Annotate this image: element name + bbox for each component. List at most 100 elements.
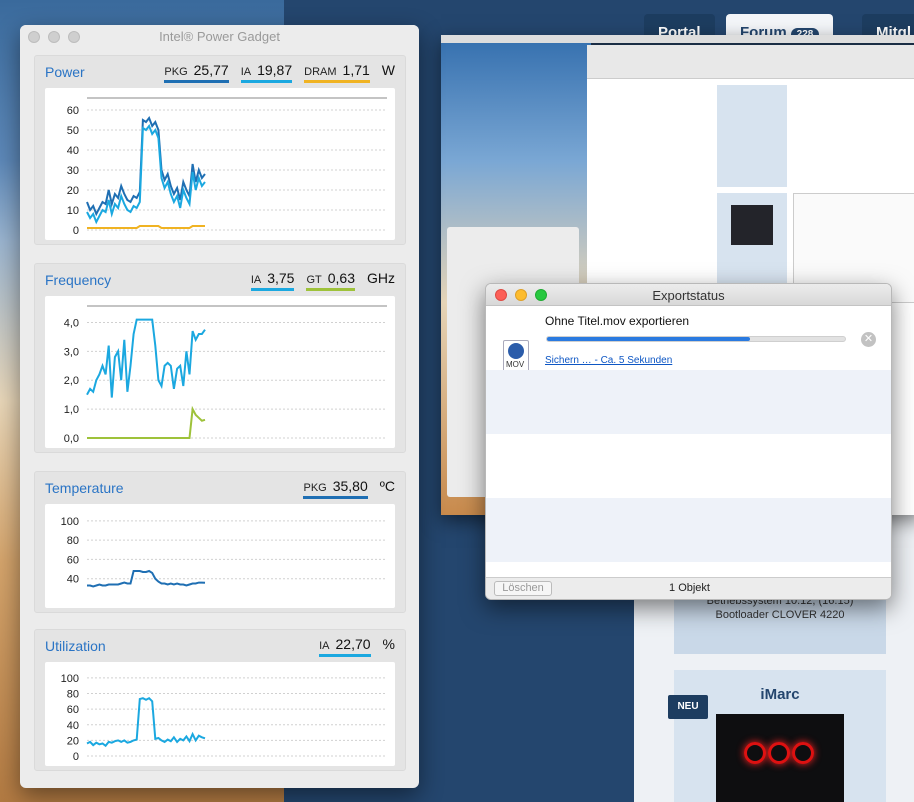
y-tick-label: 60 — [67, 105, 79, 117]
power-chart: 60 50 40 30 20 10 0 — [45, 88, 395, 240]
legend-label: IA — [250, 274, 262, 286]
mini-menu-bar — [441, 35, 914, 43]
y-tick-label: 100 — [61, 516, 79, 528]
red-fan-ring — [768, 742, 790, 764]
export-row-active: MOV Ohne Titel.mov exportieren ✕ Sichern… — [486, 306, 891, 372]
y-tick-label: 20 — [67, 185, 79, 197]
y-tick-label: 0 — [73, 225, 79, 237]
temperature-chart-svg: 100 80 60 40 — [61, 516, 387, 588]
export-filename: Ohne Titel.mov exportieren — [545, 314, 690, 328]
y-tick-label: 60 — [67, 554, 79, 566]
series-line-ia — [86, 696, 206, 748]
item-count: 1 Objekt — [669, 582, 710, 594]
frequency-chart-svg: 4,0 3,0 2,0 1,0 0,0 — [64, 305, 387, 445]
mov-file-icon: MOV — [503, 340, 529, 372]
y-tick-label: 30 — [67, 165, 79, 177]
legend-pkg: PKG 25,77 — [164, 62, 229, 83]
power-unit: W — [381, 62, 395, 78]
frequency-panel: Frequency IA 3,75 GT 0,63 GHz 4,0 3,0 2,0 1,0… — [34, 263, 406, 453]
legend-ia: IA 22,70 — [319, 636, 371, 657]
y-tick-label: 80 — [67, 535, 79, 547]
temperature-title: Temperature — [45, 480, 124, 496]
window-title: Intel® Power Gadget — [159, 29, 280, 44]
legend-value: 25,77 — [193, 62, 229, 78]
legend-value: 35,80 — [332, 478, 368, 494]
utilization-panel: Utilization IA 22,70 % 100 80 60 40 20 0 — [34, 629, 406, 771]
frequency-chart: 4,0 3,0 2,0 1,0 0,0 — [45, 296, 395, 448]
temperature-unit: ºC — [379, 478, 395, 494]
frequency-title: Frequency — [45, 272, 112, 288]
export-footer: Löschen 1 Objekt — [486, 577, 891, 599]
legend-label: GT — [306, 274, 322, 286]
legend-dram: DRAM 1,71 — [304, 62, 370, 83]
mini-forum-profile — [717, 85, 787, 187]
new-badge: NEU — [668, 695, 708, 719]
y-tick-label: 1,0 — [64, 404, 79, 416]
legend-label: IA — [319, 640, 330, 652]
export-progress-fill — [547, 337, 750, 341]
y-tick-label: 2,0 — [64, 375, 79, 387]
mini-avatar — [731, 205, 773, 245]
export-progress-bar — [546, 336, 846, 342]
frequency-unit: GHz — [367, 270, 395, 286]
legend-value: 1,71 — [342, 62, 370, 78]
y-tick-label: 20 — [67, 735, 79, 747]
utilization-unit: % — [382, 636, 395, 652]
cancel-export-icon[interactable]: ✕ — [861, 332, 876, 347]
y-tick-label: 3,0 — [64, 346, 79, 358]
power-gadget-titlebar[interactable]: Intel® Power Gadget — [20, 25, 419, 47]
series-line-gt — [87, 405, 206, 439]
utilization-title: Utilization — [45, 638, 106, 654]
y-tick-label: 40 — [67, 574, 79, 586]
quicktime-icon — [508, 343, 524, 359]
utilization-chart: 100 80 60 40 20 0 — [45, 662, 395, 766]
export-status-link[interactable]: Sichern … - Ca. 5 Sekunden — [545, 355, 672, 366]
legend-value: 0,63 — [327, 270, 355, 286]
export-status-window[interactable]: Exportstatus MOV Ohne Titel.mov exportie… — [485, 283, 892, 600]
temperature-chart: 100 80 60 40 — [45, 504, 395, 608]
utilization-chart-svg: 100 80 60 40 20 0 — [61, 673, 387, 763]
legend-ia: IA 3,75 — [250, 270, 295, 291]
y-tick-label: 60 — [67, 704, 79, 716]
y-tick-label: 4,0 — [64, 317, 79, 329]
mov-icon-label: MOV — [506, 360, 525, 369]
legend-pkg: PKG 35,80 — [303, 478, 368, 499]
series-line-ia — [86, 123, 206, 225]
utilization-legend: IA 22,70 % — [319, 636, 395, 657]
y-tick-label: 40 — [67, 720, 79, 732]
mini-browser-toolbar — [587, 45, 914, 79]
y-tick-label: 40 — [67, 145, 79, 157]
power-title: Power — [45, 64, 85, 80]
red-fan-ring — [744, 742, 766, 764]
card-bootloader-line: Bootloader CLOVER 4220 — [715, 609, 845, 621]
power-chart-svg: 60 50 40 30 20 10 0 — [67, 97, 387, 237]
y-tick-label: 100 — [61, 673, 79, 685]
legend-value: 22,70 — [335, 636, 371, 652]
empty-row — [486, 370, 891, 434]
avatar[interactable] — [716, 714, 844, 802]
legend-gt: GT 0,63 — [306, 270, 355, 291]
series-line-dram — [87, 225, 205, 229]
red-fan-ring — [792, 742, 814, 764]
power-panel: Power PKG 25,77 IA 19,87 DRAM 1,71 W 60 50 40… — [34, 55, 406, 245]
temperature-panel: Temperature PKG 35,80 ºC 100 80 60 40 — [34, 471, 406, 613]
legend-label: IA — [240, 66, 252, 78]
power-legend: PKG 25,77 IA 19,87 DRAM 1,71 W — [164, 62, 395, 83]
empty-row — [486, 498, 891, 562]
temperature-legend: PKG 35,80 ºC — [303, 478, 395, 499]
legend-ia: IA 19,87 — [240, 62, 293, 83]
y-tick-label: 80 — [67, 689, 79, 701]
export-titlebar[interactable]: Exportstatus — [486, 284, 891, 306]
power-gadget-window[interactable]: Intel® Power Gadget Power PKG 25,77 IA 19,… — [20, 25, 419, 788]
y-tick-label: 10 — [67, 205, 79, 217]
y-tick-label: 50 — [67, 125, 79, 137]
series-line-ia — [86, 318, 206, 398]
legend-label: DRAM — [304, 66, 337, 78]
legend-value: 3,75 — [267, 270, 295, 286]
y-tick-label: 0 — [73, 751, 79, 763]
export-window-title: Exportstatus — [652, 288, 725, 303]
empty-row — [486, 434, 891, 498]
legend-label: PKG — [303, 482, 327, 494]
legend-label: PKG — [164, 66, 188, 78]
legend-value: 19,87 — [257, 62, 293, 78]
